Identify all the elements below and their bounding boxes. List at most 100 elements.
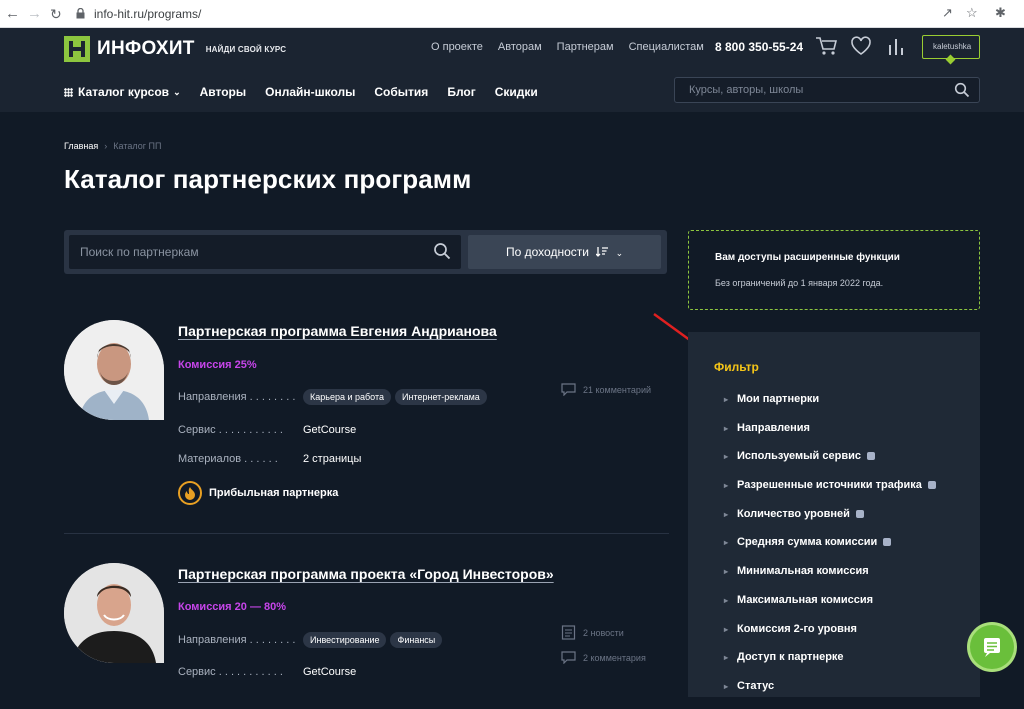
- materials-value: 2 страницы: [303, 453, 362, 465]
- top-link-specialists[interactable]: Специалистам: [629, 41, 704, 53]
- program-title[interactable]: Партнерская программа Евгения Андрианова: [178, 323, 497, 339]
- back-icon[interactable]: ←: [5, 5, 20, 23]
- logo-icon: [64, 36, 90, 62]
- sort-dropdown[interactable]: По доходности ⌄: [468, 235, 661, 269]
- star-icon[interactable]: ☆: [966, 5, 978, 21]
- menu-item-blog[interactable]: Блог: [447, 85, 475, 99]
- cart-icon[interactable]: [815, 36, 837, 56]
- reload-icon[interactable]: ↻: [50, 5, 62, 23]
- top-link-partners[interactable]: Партнерам: [557, 41, 614, 53]
- filter-item-label: Комиссия 2-го уровня: [737, 622, 857, 635]
- filter-sidebar: Фильтр ▸ Мои партнерки ▸ Направления ▸ Испо…: [688, 332, 980, 697]
- program-card: Партнерская программа проекта «Город Инв…: [64, 563, 669, 697]
- promo-subtitle: Без ограничений до 1 января 2022 года.: [715, 278, 884, 288]
- service-value: GetCourse: [303, 424, 357, 436]
- filter-item-access[interactable]: ▸ Доступ к партнерке: [724, 651, 936, 680]
- direction-chip[interactable]: Карьера и работа: [303, 389, 391, 405]
- service-label: Сервис . . . . . . . . . . .: [178, 666, 283, 678]
- filter-item-traffic-sources[interactable]: ▸ Разрешенные источники трафика: [724, 479, 936, 508]
- program-avatar[interactable]: [64, 320, 164, 420]
- extensions-icon[interactable]: ✱: [995, 5, 1006, 21]
- heart-icon[interactable]: [850, 36, 872, 56]
- breadcrumb-separator-icon: ›: [104, 141, 108, 151]
- filter-item-service[interactable]: ▸ Используемый сервис: [724, 450, 936, 479]
- menu-item-catalog[interactable]: Каталог курсов ⌄: [64, 85, 181, 99]
- phone-number[interactable]: 8 800 350-55-24: [715, 40, 803, 54]
- chevron-down-icon: ⌄: [173, 86, 181, 97]
- news-count[interactable]: 2 новости: [561, 625, 624, 640]
- filter-item-directions[interactable]: ▸ Направления: [724, 422, 936, 451]
- menu-item-authors[interactable]: Авторы: [200, 85, 247, 99]
- chevron-right-icon: ▸: [724, 538, 729, 548]
- filter-item-status[interactable]: ▸ Статус: [724, 680, 936, 709]
- filter-item-label: Используемый сервис: [737, 450, 861, 463]
- search-icon[interactable]: [433, 242, 451, 260]
- chevron-right-icon: ▸: [724, 567, 729, 577]
- directions-label: Направления . . . . . . . .: [178, 391, 296, 403]
- chat-widget-button[interactable]: [970, 625, 1014, 669]
- filter-item-max-commission[interactable]: ▸ Максимальная комиссия: [724, 594, 936, 623]
- filter-item-second-level[interactable]: ▸ Комиссия 2-го уровня: [724, 623, 936, 652]
- breadcrumb-current: Каталог ПП: [113, 141, 162, 151]
- filter-title: Фильтр: [714, 360, 759, 374]
- top-link-about[interactable]: О проекте: [431, 41, 483, 53]
- comments-count[interactable]: 21 комментарий: [561, 383, 651, 396]
- divider: [64, 533, 669, 534]
- news-text: 2 новости: [583, 627, 624, 638]
- service-value: GetCourse: [303, 666, 357, 678]
- program-directions: Направления . . . . . . . . Инвестирован…: [178, 632, 446, 648]
- direction-chip[interactable]: Инвестирование: [303, 632, 387, 648]
- program-service: Сервис . . . . . . . . . . . GetCourse: [178, 666, 356, 678]
- share-icon[interactable]: ↗: [942, 5, 953, 21]
- chevron-right-icon: ▸: [724, 624, 729, 634]
- promo-box: Вам доступы расширенные функции Без огра…: [688, 230, 980, 310]
- filter-item-label: Максимальная комиссия: [737, 593, 874, 606]
- breadcrumb: Главная › Каталог ПП: [64, 141, 161, 151]
- user-name: kaletushka: [933, 42, 972, 51]
- help-icon[interactable]: [927, 481, 936, 490]
- filter-bar: Поиск по партнеркам По доходности ⌄: [64, 230, 667, 274]
- breadcrumb-home[interactable]: Главная: [64, 141, 98, 151]
- address-bar[interactable]: info-hit.ru/programs/: [94, 7, 201, 21]
- chevron-right-icon: ▸: [724, 423, 729, 433]
- program-service: Сервис . . . . . . . . . . . GetCourse: [178, 424, 356, 436]
- filter-item-my-partners[interactable]: ▸ Мои партнерки: [724, 393, 936, 422]
- chevron-right-icon: ▸: [724, 653, 729, 663]
- chevron-right-icon: ▸: [724, 452, 729, 462]
- logo-tagline: НАЙДИ СВОЙ КУРС: [205, 44, 287, 54]
- program-avatar[interactable]: [64, 563, 164, 663]
- chevron-right-icon: ▸: [724, 481, 729, 491]
- comments-count[interactable]: 2 комментария: [561, 651, 646, 664]
- menu-item-events[interactable]: События: [374, 85, 428, 99]
- news-icon: [561, 625, 576, 640]
- help-icon[interactable]: [883, 538, 892, 547]
- filter-item-levels[interactable]: ▸ Количество уровней: [724, 508, 936, 537]
- person-photo: [64, 563, 164, 663]
- sort-label: По доходности: [506, 245, 589, 259]
- help-icon[interactable]: [866, 452, 875, 461]
- site-header: ИНФОХИТ НАЙДИ СВОЙ КУРС О проекте Автора…: [0, 28, 1024, 112]
- direction-chip[interactable]: Финансы: [390, 632, 443, 648]
- partner-search-input[interactable]: Поиск по партнеркам: [69, 235, 461, 269]
- search-icon[interactable]: [954, 82, 970, 98]
- chevron-down-icon: ⌄: [615, 248, 624, 258]
- logo[interactable]: ИНФОХИТ НАЙДИ СВОЙ КУРС: [64, 36, 286, 62]
- user-account-button[interactable]: kaletushka: [922, 35, 980, 59]
- header-search-input[interactable]: Курсы, авторы, школы: [674, 77, 980, 103]
- filter-item-label: Минимальная комиссия: [737, 565, 869, 578]
- chevron-right-icon: ▸: [724, 681, 729, 691]
- comment-icon: [561, 651, 576, 664]
- forward-icon[interactable]: →: [27, 5, 42, 23]
- menu-item-discounts[interactable]: Скидки: [495, 85, 538, 99]
- program-title[interactable]: Партнерская программа проекта «Город Инв…: [178, 566, 554, 582]
- help-icon[interactable]: [855, 509, 864, 518]
- filter-item-avg-commission[interactable]: ▸ Средняя сумма комиссии: [724, 536, 936, 565]
- direction-chip[interactable]: Интернет-реклама: [395, 389, 487, 405]
- filter-item-min-commission[interactable]: ▸ Минимальная комиссия: [724, 565, 936, 594]
- directions-label: Направления . . . . . . . .: [178, 634, 296, 646]
- page-title: Каталог партнерских программ: [64, 164, 472, 194]
- menu-item-schools[interactable]: Онлайн-школы: [265, 85, 355, 99]
- sort-icon: [595, 247, 609, 257]
- stats-icon[interactable]: [887, 36, 905, 56]
- top-link-authors[interactable]: Авторам: [498, 41, 542, 53]
